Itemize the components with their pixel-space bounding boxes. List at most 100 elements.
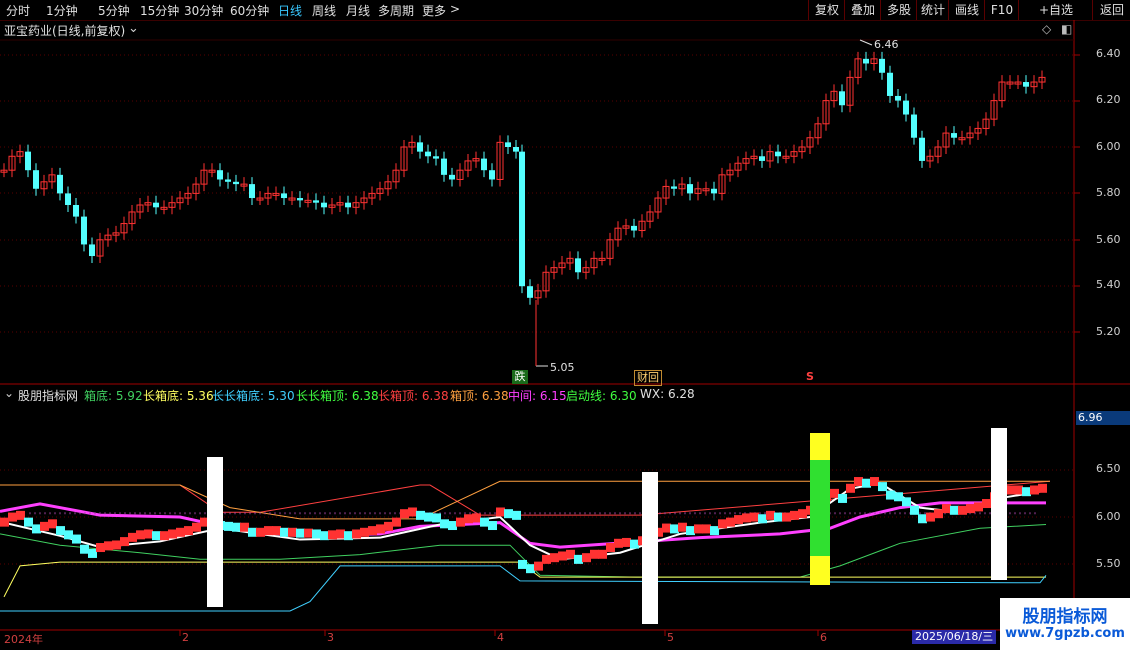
diamond-icon[interactable]: ◇ — [1042, 22, 1051, 36]
indicator-block — [1038, 483, 1047, 493]
indicator-start-line: 启动线: 6.30 — [566, 389, 637, 403]
indicator-wx: WX: 6.28 — [640, 387, 695, 401]
indicator-block — [694, 524, 703, 534]
indicator-current-value: 6.96 — [1076, 411, 1130, 425]
indicator-block — [448, 521, 457, 531]
indicator-block — [590, 549, 599, 559]
indicator-block — [702, 524, 711, 534]
indicator-block — [504, 509, 513, 519]
indicator-block — [248, 527, 257, 537]
indicator-block — [950, 505, 959, 515]
indicator-block — [344, 531, 353, 541]
indicator-block — [88, 548, 97, 558]
indicator-block — [112, 540, 121, 550]
indicator-block — [686, 526, 695, 536]
chevron-down-icon[interactable]: ⌄ — [128, 21, 139, 36]
indicator-tick: 5.50 — [1096, 557, 1121, 570]
indicator-block — [376, 524, 385, 534]
indicator-block — [400, 509, 409, 519]
indicator-block — [614, 538, 623, 548]
indicator-long-box-top: 长箱顶: 6.38 — [378, 389, 449, 403]
price-tick: 5.20 — [1096, 325, 1121, 338]
indicator-block — [734, 515, 743, 525]
indicator-block — [886, 490, 895, 500]
candle-body-down — [217, 170, 223, 180]
indicator-block — [918, 514, 927, 524]
indicator-block — [168, 529, 177, 539]
indicator-block — [902, 497, 911, 507]
indicator-block — [622, 537, 631, 547]
candle-body-down — [575, 258, 581, 273]
indicator-longlong-box-top: 长长箱顶: 6.38 — [296, 389, 379, 403]
candle-body-down — [281, 193, 287, 199]
candle-body-down — [671, 186, 677, 189]
indicator-block — [280, 527, 289, 537]
candle-body-down — [321, 202, 327, 208]
panel-toggle-icon[interactable]: ◧ — [1061, 22, 1072, 36]
indicator-middle: 中间: 6.15 — [508, 389, 567, 403]
indicator-block — [982, 499, 991, 509]
drop-badge[interactable]: 跌 — [512, 370, 528, 384]
indicator-block — [144, 529, 153, 539]
indicator-block — [1006, 485, 1015, 495]
indicator-block — [424, 512, 433, 522]
price-tick: 6.40 — [1096, 47, 1121, 60]
indicator-block — [558, 551, 567, 561]
candle-body-down — [417, 142, 423, 152]
indicator-block — [464, 514, 473, 524]
finance-badge[interactable]: 财回 — [634, 370, 662, 386]
candle-body-down — [65, 193, 71, 205]
indicator-block — [974, 502, 983, 512]
price-tick: 6.20 — [1096, 93, 1121, 106]
cursor-date-label: 2025/06/18/三 — [912, 630, 997, 644]
indicator-block — [630, 539, 639, 549]
indicator-block — [1014, 485, 1023, 495]
indicator-block — [256, 527, 265, 537]
indicator-block — [320, 531, 329, 541]
indicator-tick: 6.50 — [1096, 462, 1121, 475]
candle-body-down — [903, 100, 909, 115]
indicator-block — [870, 477, 879, 487]
indicator-name[interactable]: 股朋指标网 — [18, 387, 78, 404]
candle-body-down — [233, 181, 239, 185]
indicator-block — [1030, 485, 1039, 495]
indicator-block — [710, 526, 719, 536]
indicator-block — [352, 529, 361, 539]
indicator-chevron-icon[interactable]: ⌄ — [4, 386, 14, 400]
indicator-block — [582, 553, 591, 563]
candle-body-down — [441, 158, 447, 175]
candle-body-down — [449, 174, 455, 180]
sell-signal-badge[interactable]: S — [806, 370, 814, 383]
candle-body-down — [895, 95, 901, 101]
high-marker-line — [859, 39, 873, 46]
indicator-block — [480, 517, 489, 527]
indicator-block — [368, 526, 377, 536]
middle-line — [0, 501, 1046, 549]
indicator-block — [942, 504, 951, 514]
indicator-block — [48, 519, 57, 529]
candle-body-down — [887, 72, 893, 96]
indicator-block — [742, 513, 751, 523]
kline-chart[interactable] — [0, 0, 1130, 650]
indicator-block — [312, 529, 321, 539]
candle-body-down — [775, 151, 781, 157]
price-tick: 6.00 — [1096, 140, 1121, 153]
indicator-block — [878, 482, 887, 492]
indicator-block — [854, 477, 863, 487]
indicator-block — [184, 526, 193, 536]
indicator-box-bottom: 箱底: 5.92 — [84, 389, 143, 403]
indicator-block — [838, 493, 847, 503]
indicator-block — [104, 541, 113, 551]
indicator-block — [1022, 487, 1031, 497]
candle-body-down — [425, 151, 431, 157]
indicator-block — [512, 510, 521, 520]
candle-body-down — [81, 216, 87, 245]
candle-body-down — [73, 205, 79, 217]
indicator-block — [408, 507, 417, 517]
indicator-block — [934, 509, 943, 519]
indicator-block — [72, 534, 81, 544]
candle-body-down — [505, 142, 511, 147]
x-axis-label: 4 — [497, 631, 504, 644]
indicator-block — [862, 478, 871, 488]
candle-body-down — [225, 179, 231, 182]
